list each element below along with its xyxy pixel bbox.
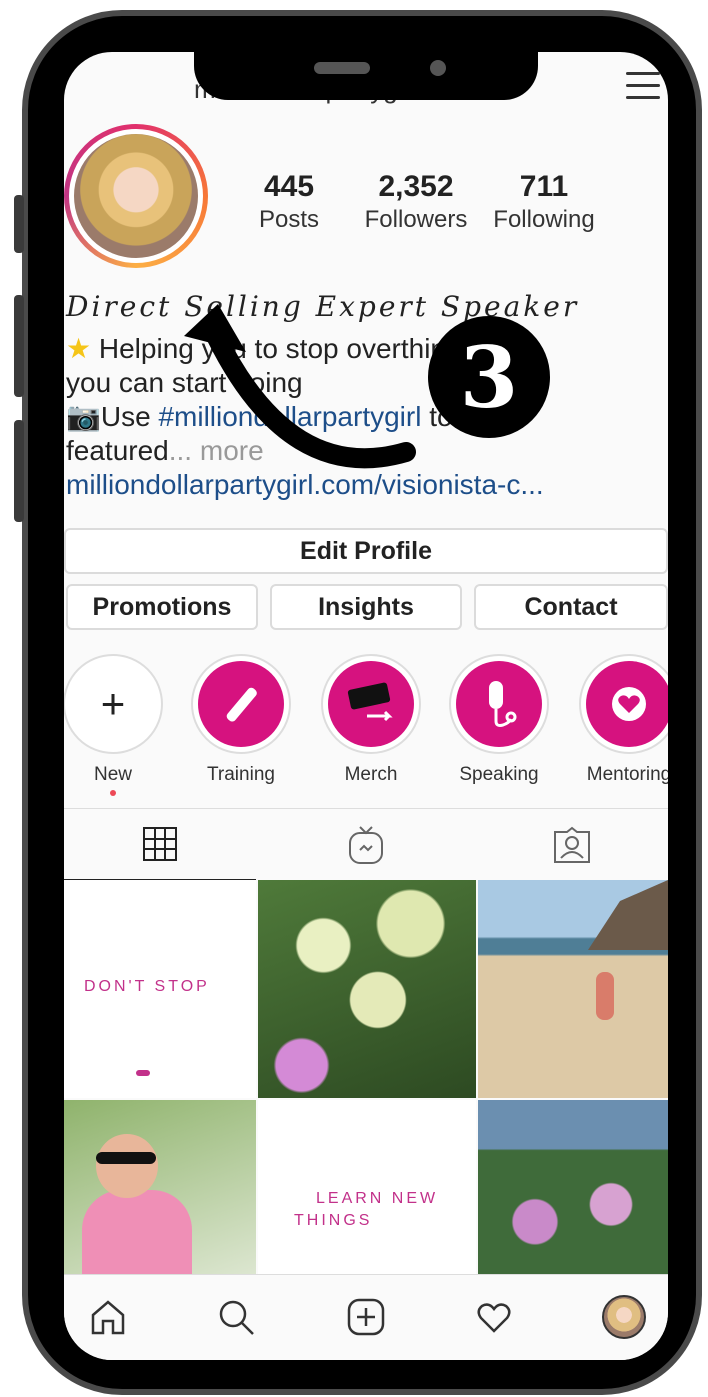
highlight-new-label: New xyxy=(93,764,132,785)
avatar-photo xyxy=(74,134,198,258)
add-post-icon xyxy=(347,1298,385,1336)
phone-screen: millondollarpartyg 445 Posts 2,352 Follo… xyxy=(64,52,668,1360)
followers-label: Followers xyxy=(364,206,468,233)
following-count: 711 xyxy=(519,170,569,203)
posts-label: Posts xyxy=(258,206,320,233)
camera-emoji-icon: 📷 xyxy=(66,401,101,432)
wand-icon xyxy=(226,687,257,722)
content-tabs xyxy=(64,808,668,881)
grid-post-garden[interactable] xyxy=(478,1100,668,1274)
highlight-mentoring[interactable]: Mentoring xyxy=(574,654,668,786)
tab-igtv[interactable] xyxy=(270,809,462,881)
bio-line-3-prefix: Use xyxy=(100,401,159,432)
front-camera xyxy=(430,60,446,76)
nav-activity[interactable] xyxy=(466,1289,522,1345)
highlight-speaking-label: Speaking xyxy=(459,764,539,785)
nav-profile[interactable] xyxy=(596,1289,652,1345)
post-person xyxy=(596,972,614,1020)
grid-post-learn-new-things[interactable]: LEARN NEW THINGS xyxy=(258,1100,476,1274)
star-emoji-icon: ★ xyxy=(66,333,92,364)
tagged-person-icon xyxy=(554,826,590,863)
post-pink-shirt xyxy=(82,1190,192,1274)
speaker xyxy=(314,62,370,74)
highlight-new[interactable]: + New xyxy=(64,654,168,796)
home-icon xyxy=(91,1300,125,1335)
highlight-training-label: Training xyxy=(207,764,275,785)
hamburger-menu-icon[interactable] xyxy=(626,72,660,100)
bio-line-4: featured xyxy=(66,435,169,466)
volume-down-button xyxy=(14,420,24,522)
followers-count: 2,352 xyxy=(378,170,454,203)
grid-post-beach[interactable] xyxy=(478,880,668,1098)
curved-arrow-icon xyxy=(184,304,416,469)
post-signature-mark xyxy=(136,1070,150,1076)
profile-avatar[interactable] xyxy=(64,124,208,268)
bottom-navigation xyxy=(64,1274,668,1360)
highlight-training[interactable]: Training xyxy=(186,654,296,786)
phone-notch xyxy=(194,40,538,100)
tab-tagged[interactable] xyxy=(476,809,668,881)
posts-stat[interactable]: 445 Posts xyxy=(244,170,334,234)
microphone-icon xyxy=(489,681,517,727)
highlight-mentoring-label: Mentoring xyxy=(586,764,668,785)
volume-up-button xyxy=(14,295,24,397)
followers-stat[interactable]: 2,352 Followers xyxy=(354,170,478,234)
side-button xyxy=(14,195,24,253)
nav-home[interactable] xyxy=(80,1289,136,1345)
grid-post-hydrangeas[interactable] xyxy=(258,880,476,1098)
highlight-speaking[interactable]: Speaking xyxy=(444,654,554,786)
edit-profile-button[interactable]: Edit Profile xyxy=(64,528,668,574)
grid-post-porch-selfie[interactable] xyxy=(64,1100,256,1274)
post-face xyxy=(96,1134,158,1198)
following-stat[interactable]: 711 Following xyxy=(482,170,606,234)
post-cliff xyxy=(588,880,668,950)
nav-new-post[interactable] xyxy=(338,1289,394,1345)
heart-outline-icon xyxy=(477,1303,511,1333)
step-number-badge: 3 xyxy=(428,316,550,438)
profile-thumbnail-avatar xyxy=(602,1295,646,1339)
highlight-merch[interactable]: Merch xyxy=(316,654,426,786)
plus-icon: + xyxy=(100,680,126,727)
grid-post-dont-stop[interactable]: DON'T STOP xyxy=(64,880,256,1098)
heart-icon xyxy=(612,687,646,721)
highlight-merch-label: Merch xyxy=(344,764,398,785)
following-label: Following xyxy=(493,206,595,233)
grid-icon xyxy=(143,827,177,861)
sunglasses-icon xyxy=(96,1152,156,1164)
post-text-line-2: THINGS xyxy=(294,1212,373,1229)
merch-icon xyxy=(347,682,393,722)
new-indicator-dot xyxy=(110,790,116,796)
posts-count: 445 xyxy=(263,170,315,203)
tab-grid[interactable] xyxy=(64,809,256,881)
insights-button[interactable]: Insights xyxy=(270,584,462,630)
nav-search[interactable] xyxy=(208,1289,264,1345)
contact-button[interactable]: Contact xyxy=(474,584,668,630)
igtv-icon xyxy=(349,826,383,864)
post-text-line-1: LEARN NEW xyxy=(316,1190,439,1207)
promotions-button[interactable]: Promotions xyxy=(66,584,258,630)
search-icon xyxy=(219,1300,254,1335)
post-text: DON'T STOP xyxy=(84,978,210,995)
